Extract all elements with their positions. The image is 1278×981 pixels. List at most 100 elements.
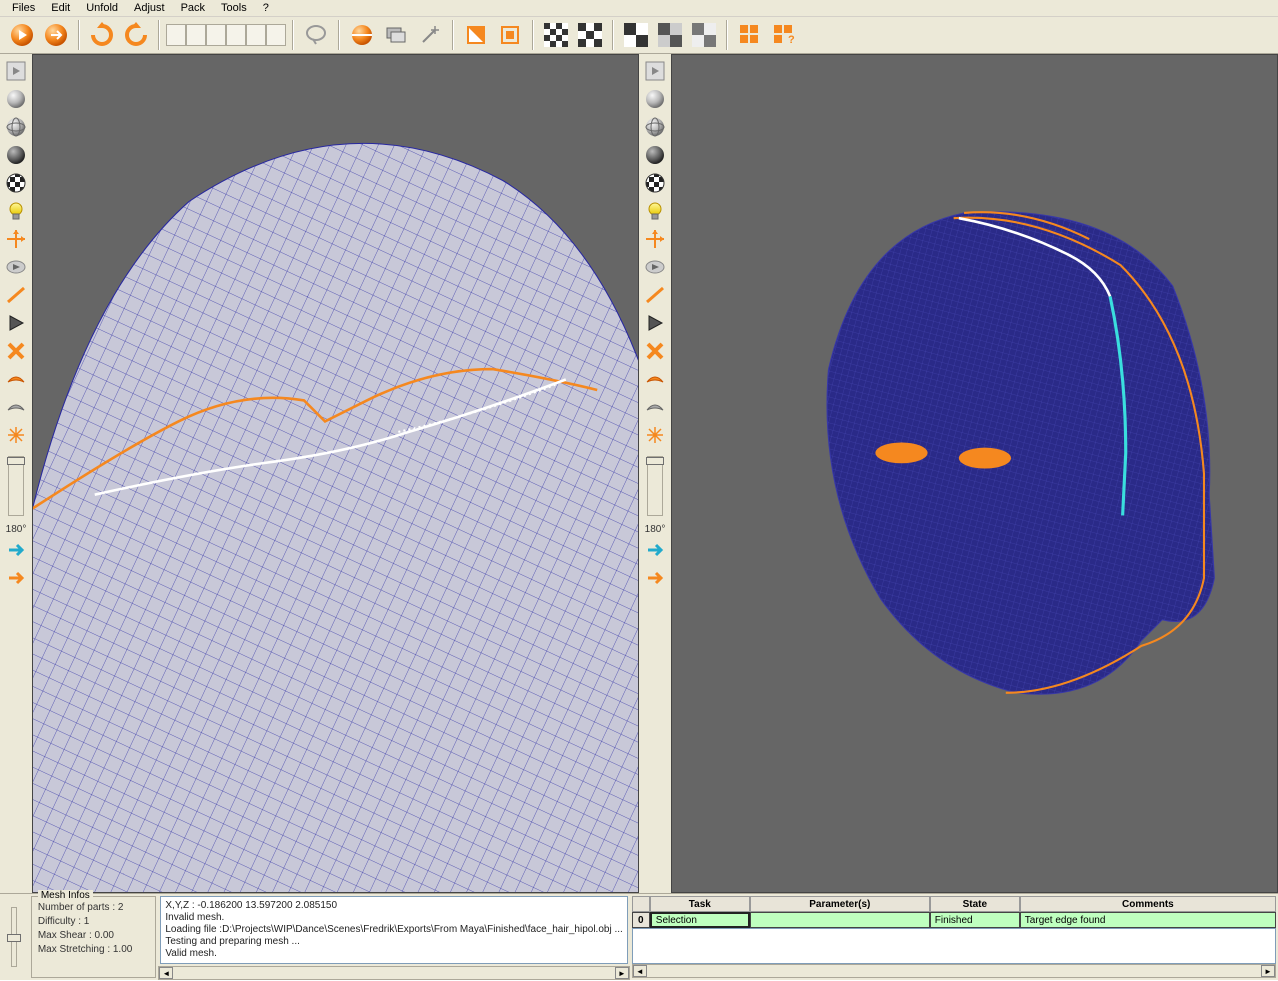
globe-icon[interactable] [3, 114, 29, 140]
task-params [750, 912, 930, 928]
expand-icon[interactable] [642, 58, 668, 84]
x-icon[interactable] [642, 338, 668, 364]
svg-text:?: ? [788, 34, 795, 46]
light-icon[interactable] [3, 198, 29, 224]
task-row[interactable]: 0 Selection Finished Target edge found [632, 912, 1276, 928]
menu-tools[interactable]: Tools [213, 0, 255, 16]
wand-button[interactable] [414, 19, 446, 51]
main-toolbar: ? [0, 17, 1278, 54]
mesh-infos-title: Mesh Infos [38, 890, 93, 901]
menu-help[interactable]: ? [255, 0, 277, 16]
log-line: Testing and preparing mesh ... [165, 936, 622, 948]
separator [292, 20, 294, 50]
sphere-icon[interactable] [642, 86, 668, 112]
rotate-right-button[interactable] [120, 19, 152, 51]
mesh-infos-panel: Mesh Infos Number of parts : 2 Difficult… [31, 896, 157, 978]
stack-button[interactable] [380, 19, 412, 51]
slider-label: 180° [645, 524, 666, 535]
separator [532, 20, 534, 50]
task-header-state[interactable]: State [930, 896, 1020, 912]
left-viewport[interactable] [32, 54, 639, 893]
menu-unfold[interactable]: Unfold [78, 0, 126, 16]
orange-arrow-icon[interactable] [642, 565, 668, 591]
separator [726, 20, 728, 50]
task-comments: Target edge found [1020, 912, 1276, 928]
brush-slider[interactable] [8, 456, 24, 516]
menu-adjust[interactable]: Adjust [126, 0, 173, 16]
burst-icon[interactable] [3, 422, 29, 448]
separator [452, 20, 454, 50]
checker-a-button[interactable] [540, 19, 572, 51]
dark-sphere-icon[interactable] [3, 142, 29, 168]
sphere-icon[interactable] [3, 86, 29, 112]
lasso-button[interactable] [300, 19, 332, 51]
axis-icon[interactable] [642, 226, 668, 252]
separator [612, 20, 614, 50]
cyan-arrow-icon[interactable] [642, 537, 668, 563]
task-header-params[interactable]: Parameter(s) [750, 896, 930, 912]
checker-sphere-icon[interactable] [3, 170, 29, 196]
burst-icon[interactable] [642, 422, 668, 448]
log-line: Loading file :D:\Projects\WIP\Dance\Scen… [165, 924, 622, 936]
shell-grey-icon[interactable] [642, 394, 668, 420]
unfold-button[interactable] [40, 19, 72, 51]
menubar: Files Edit Unfold Adjust Pack Tools ? [0, 0, 1278, 17]
task-header-comments[interactable]: Comments [1020, 896, 1276, 912]
mesh-info-line: Max Shear : 0.00 [38, 929, 150, 943]
task-index: 0 [632, 912, 650, 928]
orange-arrow-icon[interactable] [3, 565, 29, 591]
task-scrollbar[interactable]: ◄ ► [632, 964, 1276, 978]
grid-orange-button[interactable] [734, 19, 766, 51]
layer-boxes[interactable] [166, 24, 286, 46]
checker-big2-button[interactable] [654, 19, 686, 51]
checker-big3-button[interactable] [688, 19, 720, 51]
task-name: Selection [650, 912, 750, 928]
menu-edit[interactable]: Edit [43, 0, 78, 16]
left-side-toolbar: 180° [0, 54, 32, 893]
log-panel[interactable]: X,Y,Z : -0.186200 13.597200 2.085150 Inv… [160, 896, 627, 964]
task-body[interactable] [632, 928, 1276, 964]
checker-b-button[interactable] [574, 19, 606, 51]
menu-files[interactable]: Files [4, 0, 43, 16]
task-header-task[interactable]: Task [650, 896, 750, 912]
sphere-cut-button[interactable] [346, 19, 378, 51]
play-dark-icon[interactable] [642, 310, 668, 336]
mesh-info-line: Number of parts : 2 [38, 901, 150, 915]
play-grey-icon[interactable] [642, 254, 668, 280]
globe-icon[interactable] [642, 114, 668, 140]
expand-icon[interactable] [3, 58, 29, 84]
menu-pack[interactable]: Pack [173, 0, 213, 16]
shell-grey-icon[interactable] [3, 394, 29, 420]
shell-orange-icon[interactable] [642, 366, 668, 392]
unfold-right-button[interactable] [6, 19, 38, 51]
task-header-index[interactable] [632, 896, 650, 912]
brush-slider[interactable] [647, 456, 663, 516]
checker-sphere-icon[interactable] [642, 170, 668, 196]
mesh-info-line: Max Stretching : 1.00 [38, 943, 150, 957]
play-dark-icon[interactable] [3, 310, 29, 336]
play-grey-icon[interactable] [3, 254, 29, 280]
grid-help-button[interactable]: ? [768, 19, 800, 51]
axis-icon[interactable] [3, 226, 29, 252]
log-scrollbar[interactable]: ◄ ► [158, 966, 629, 980]
half-button[interactable] [460, 19, 492, 51]
rotate-left-button[interactable] [86, 19, 118, 51]
right-viewport[interactable] [671, 54, 1278, 893]
right-side-toolbar: 180° [639, 54, 671, 893]
shell-orange-icon[interactable] [3, 366, 29, 392]
separator [78, 20, 80, 50]
light-icon[interactable] [642, 198, 668, 224]
edge-icon[interactable] [3, 282, 29, 308]
task-panel: Task Parameter(s) State Comments 0 Selec… [632, 896, 1276, 978]
task-state: Finished [930, 912, 1020, 928]
mesh-info-line: Difficulty : 1 [38, 915, 150, 929]
footer-slider[interactable] [0, 894, 29, 980]
square-button[interactable] [494, 19, 526, 51]
x-icon[interactable] [3, 338, 29, 364]
checker-big1-button[interactable] [620, 19, 652, 51]
cyan-arrow-icon[interactable] [3, 537, 29, 563]
task-header: Task Parameter(s) State Comments [632, 896, 1276, 912]
log-line: X,Y,Z : -0.186200 13.597200 2.085150 [165, 900, 622, 912]
edge-icon[interactable] [642, 282, 668, 308]
dark-sphere-icon[interactable] [642, 142, 668, 168]
